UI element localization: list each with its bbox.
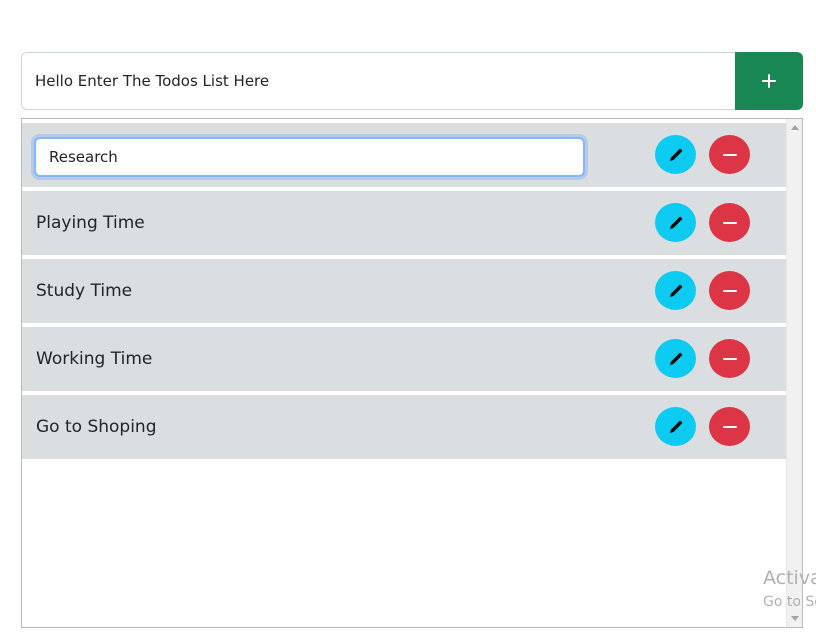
todo-list: Playing Time Study Time (22, 123, 786, 463)
watermark-title: Activa (763, 567, 816, 589)
pencil-icon (669, 420, 682, 433)
edit-button[interactable] (655, 271, 696, 310)
plus-icon (762, 74, 776, 88)
activation-watermark: Activa Go to Se (763, 566, 816, 612)
pencil-icon (669, 216, 682, 229)
minus-icon (722, 221, 737, 224)
todo-label: Playing Time (36, 213, 145, 233)
todo-item: Working Time (22, 327, 786, 391)
edit-todo-input[interactable] (34, 137, 585, 177)
pencil-icon (669, 284, 682, 297)
delete-button[interactable] (709, 271, 750, 310)
delete-button[interactable] (709, 339, 750, 378)
edit-button[interactable] (655, 407, 696, 446)
pencil-icon (669, 148, 682, 161)
delete-button[interactable] (709, 407, 750, 446)
scroll-up-arrow-icon[interactable] (791, 125, 799, 130)
edit-button[interactable] (655, 339, 696, 378)
minus-icon (722, 289, 737, 292)
add-todo-button[interactable] (735, 52, 803, 110)
todo-label: Go to Shoping (36, 417, 157, 437)
watermark-subtitle: Go to Se (763, 594, 816, 610)
todo-app: Playing Time Study Time (0, 0, 816, 641)
pencil-icon (669, 352, 682, 365)
add-todo-bar (21, 52, 803, 110)
todo-label: Working Time (36, 349, 153, 369)
minus-icon (722, 425, 737, 428)
scroll-down-arrow-icon[interactable] (791, 616, 799, 621)
delete-button[interactable] (709, 135, 750, 174)
minus-icon (722, 153, 737, 156)
todo-label: Study Time (36, 281, 133, 301)
todo-item: Go to Shoping (22, 395, 786, 459)
edit-button[interactable] (655, 135, 696, 174)
todo-input[interactable] (21, 52, 735, 110)
delete-button[interactable] (709, 203, 750, 242)
todo-item-editing (22, 123, 786, 187)
minus-icon (722, 357, 737, 360)
vertical-scrollbar[interactable] (786, 119, 802, 627)
todo-item: Study Time (22, 259, 786, 323)
todo-item: Playing Time (22, 191, 786, 255)
todo-list-panel: Playing Time Study Time (21, 118, 803, 628)
edit-button[interactable] (655, 203, 696, 242)
